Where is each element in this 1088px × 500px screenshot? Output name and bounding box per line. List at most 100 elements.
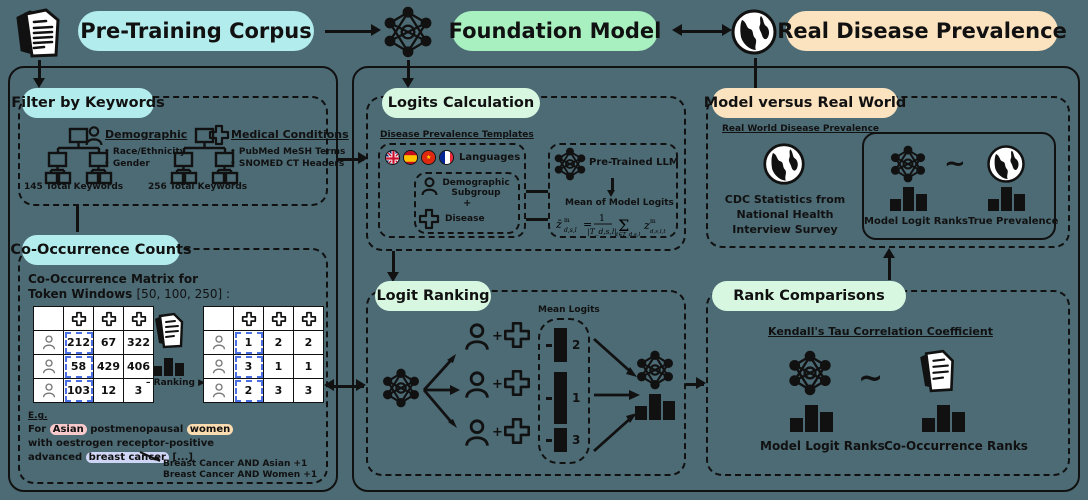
merge-arrows-icon — [592, 325, 646, 455]
fan-arrows-icon — [420, 330, 466, 450]
chip-women: women — [186, 424, 234, 435]
person-icon — [464, 371, 490, 399]
person-icon — [85, 126, 103, 146]
matrix-cell: 67 — [93, 330, 124, 355]
cooccurrence-to-ranking-left-head — [324, 379, 334, 391]
template-demographic-line2: Subgroup — [451, 188, 501, 198]
svg-text:★: ★ — [426, 154, 431, 161]
bar-chart-icon — [153, 356, 184, 376]
table-row: 103 12 3 — [33, 378, 154, 403]
cdc-source-line-1: National Health — [736, 208, 834, 221]
demographic-total-keywords: 145 Total Keywords — [24, 182, 124, 192]
person-icon — [421, 177, 438, 196]
neural-network-icon — [888, 145, 928, 183]
china-flag-icon: ★ — [421, 150, 436, 165]
kendalls-tau-heading: Kendall's Tau Correlation Coefficient — [768, 325, 993, 338]
neural-network-icon — [634, 350, 676, 390]
mean-logit-rank-value: 3 — [572, 433, 581, 447]
svg-text:d,s,l: d,s,l — [564, 227, 577, 234]
matrix-corner — [203, 306, 234, 331]
matrix-cell: 429 — [93, 354, 124, 379]
bar-tick — [546, 396, 552, 400]
mean-logit-bar-row: 2 — [546, 328, 580, 362]
filter-to-cooccurrence-line — [76, 206, 79, 232]
matrix-cell: 58 — [63, 354, 94, 379]
example-label: E.g. — [28, 411, 48, 421]
arrow-right-icon — [325, 30, 373, 33]
matrix-row-header — [203, 378, 234, 403]
svg-text:z: z — [643, 219, 650, 232]
matrix-row-header — [33, 378, 64, 403]
filter-by-keywords-title: Filter by Keywords — [11, 88, 165, 118]
matrix-col-header — [93, 306, 124, 331]
arrow-bidir-left-head — [672, 24, 682, 36]
medical-conditions-heading: Medical Conditions — [231, 128, 349, 141]
matrix-col-header — [263, 306, 294, 331]
model-versus-real-world-title: Model versus Real World — [704, 88, 906, 118]
pre-training-corpus-label: Pre-Training Corpus — [78, 11, 314, 51]
france-flag-icon — [439, 150, 454, 165]
mean-of-model-logits-label: Mean of Model Logits — [565, 198, 674, 208]
matrix-cell: 2 — [233, 378, 264, 403]
mean-logit-bar-row: 3 — [546, 428, 580, 452]
matrix-cell: 12 — [93, 378, 124, 403]
similarity-relation-symbol: ~ — [858, 361, 884, 396]
row-plus-2: + — [492, 425, 503, 440]
arrow-right-head — [371, 24, 381, 36]
matrix-cell: 322 — [123, 330, 154, 355]
neural-network-icon — [552, 147, 588, 181]
globe-icon — [986, 144, 1026, 184]
documents-icon — [12, 6, 66, 60]
arrow-bidirectional-icon — [678, 30, 724, 33]
matrix-row-header — [203, 330, 234, 355]
svg-text:1: 1 — [599, 214, 605, 224]
templates-to-llm-line-2 — [526, 218, 548, 221]
svg-text:m: m — [650, 218, 656, 225]
mean-logit-bar-row: 1 — [546, 372, 580, 424]
table-row: 58 429 406 — [33, 354, 154, 379]
ranking-arrow-label: – Ranking ▶ — [146, 378, 206, 388]
svg-text:d,s,l,t: d,s,l,t — [650, 229, 666, 235]
globe-icon — [730, 8, 778, 56]
mean-logit-bar — [554, 328, 567, 362]
bar-chart-icon — [922, 404, 965, 432]
matrix-cell: 3 — [263, 378, 294, 403]
chip-asian: Asian — [49, 424, 87, 435]
medical-cross-icon — [418, 208, 440, 230]
medical-cross-icon — [504, 370, 530, 396]
cooccurrence-counts-matrix: 212 67 322 58 429 406 103 12 3 — [33, 306, 154, 403]
medical-cross-icon — [504, 322, 530, 348]
template-plus: + — [463, 198, 472, 209]
documents-icon — [152, 312, 186, 353]
matrix-col-header — [233, 306, 264, 331]
matrix-col-header — [293, 306, 324, 331]
mean-logits-label: Mean Logits — [538, 305, 600, 315]
svg-text:z̄: z̄ — [555, 218, 562, 231]
cooccurrence-subtitle-line2: Token Windows [50, 100, 250] : — [28, 287, 231, 301]
documents-icon — [916, 349, 958, 398]
demographic-bullet-1: • Gender — [104, 159, 150, 169]
filter-to-logits-head — [358, 152, 368, 164]
mean-logit-bar — [554, 428, 567, 452]
bar-tick — [546, 343, 552, 347]
matrix-cell: 2 — [293, 330, 324, 355]
globe-icon — [762, 142, 806, 186]
matrix-cell: 3 — [233, 354, 264, 379]
matrix-cell: 3 — [293, 378, 324, 403]
cooccurrence-ranks-matrix: 122311233 — [203, 306, 324, 403]
matrix-corner — [33, 306, 64, 331]
logit-ranking-title: Logit Ranking — [375, 281, 491, 311]
medical-total-keywords: 256 Total Keywords — [148, 182, 248, 192]
matrix-cell: 406 — [123, 354, 154, 379]
real-world-disease-prevalence-heading: Real World Disease Prevalence — [722, 124, 880, 134]
pair-count-0: Breast Cancer AND Asian +1 — [163, 459, 308, 469]
table-row: 311 — [203, 354, 324, 379]
example-line-1: For Asian postmenopausal women — [28, 424, 234, 436]
matrix-row-header — [33, 354, 64, 379]
ranking-to-rank-comparisons-head — [696, 377, 706, 389]
templates-to-llm-line-1 — [526, 190, 548, 193]
example-line-2: with oestrogen receptor-positive — [28, 438, 215, 449]
mean-logits-formula: z̄ m d,s,l = 1 |T_d,s,l| Σ t∈T_d,s,l z m… — [555, 210, 674, 238]
pretrained-llm-label: Pre-Trained LLM — [589, 157, 679, 168]
table-row: 122 — [203, 330, 324, 355]
